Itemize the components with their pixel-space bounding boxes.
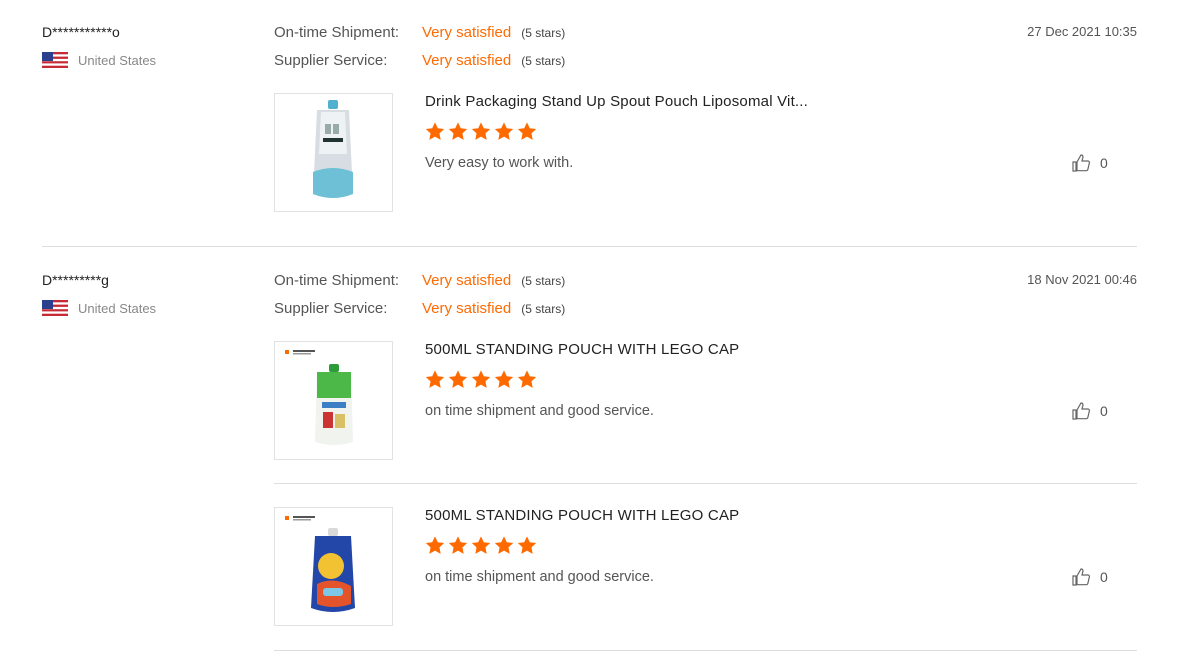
- reviewer-country: United States: [42, 52, 156, 68]
- product-review: 500ML STANDING POUCH WITH LEGO CAP on ti…: [274, 341, 1137, 461]
- review-divider: [42, 246, 1137, 247]
- like-button[interactable]: 0: [1071, 401, 1108, 421]
- rating-row-shipment: On-time Shipment: Very satisfied (5 star…: [274, 272, 565, 289]
- star-icon: [448, 122, 468, 140]
- review-item: D***********o United States On-time Ship…: [0, 0, 1200, 248]
- product-review: 500ML STANDING POUCH WITH LEGO CAP on ti…: [274, 507, 1137, 627]
- review-comment: on time shipment and good service.: [425, 403, 654, 419]
- us-flag-icon: [42, 52, 68, 68]
- star-icon: [494, 536, 514, 554]
- product-thumbnail[interactable]: [274, 341, 393, 460]
- product-title[interactable]: 500ML STANDING POUCH WITH LEGO CAP: [425, 507, 739, 524]
- like-button[interactable]: 0: [1071, 153, 1108, 173]
- star-icon: [517, 370, 537, 388]
- rating-stars-text: (5 stars): [521, 301, 566, 316]
- rating-value: Very satisfied: [422, 272, 512, 289]
- like-count: 0: [1100, 155, 1108, 171]
- rating-stars-text: (5 stars): [521, 273, 566, 288]
- rating-label: Supplier Service:: [274, 52, 388, 69]
- rating-stars-text: (5 stars): [521, 25, 566, 40]
- star-icon: [425, 536, 445, 554]
- country-label: United States: [78, 300, 157, 316]
- product-star-rating: [424, 535, 539, 556]
- star-icon: [471, 370, 491, 388]
- review-comment: Very easy to work with.: [425, 155, 574, 171]
- star-icon: [494, 370, 514, 388]
- reviewer-country: United States: [42, 300, 156, 316]
- rating-label: Supplier Service:: [274, 300, 388, 317]
- thumbs-up-icon: [1072, 402, 1091, 420]
- us-flag-icon: [42, 300, 68, 316]
- star-icon: [517, 536, 537, 554]
- thumbs-up-icon: [1072, 568, 1091, 586]
- blue-cartoon-lego-cap-pouch-icon: [285, 516, 355, 612]
- star-icon: [517, 122, 537, 140]
- rating-value: Very satisfied: [422, 52, 512, 69]
- product-title[interactable]: Drink Packaging Stand Up Spout Pouch Lip…: [425, 93, 808, 110]
- rating-value: Very satisfied: [422, 300, 512, 317]
- country-label: United States: [78, 52, 157, 68]
- product-thumbnail[interactable]: [274, 93, 393, 212]
- star-icon: [448, 536, 468, 554]
- review-date: 18 Nov 2021 00:46: [1027, 272, 1137, 287]
- star-icon: [425, 370, 445, 388]
- rating-label: On-time Shipment:: [274, 24, 400, 41]
- star-icon: [494, 122, 514, 140]
- review-item: D*********g United States On-time Shipme…: [0, 248, 1200, 655]
- product-review: Drink Packaging Stand Up Spout Pouch Lip…: [274, 93, 1137, 213]
- product-star-rating: [424, 121, 539, 142]
- like-button[interactable]: 0: [1071, 567, 1108, 587]
- thumbs-up-icon: [1072, 154, 1091, 172]
- white-blue-spout-pouch-icon: [313, 100, 353, 198]
- product-star-rating: [424, 369, 539, 390]
- star-icon: [425, 122, 445, 140]
- reviewer-name: D*********g: [42, 272, 109, 288]
- rating-label: On-time Shipment:: [274, 272, 400, 289]
- rating-stars-text: (5 stars): [521, 53, 566, 68]
- review-comment: on time shipment and good service.: [425, 569, 654, 585]
- like-count: 0: [1100, 403, 1108, 419]
- green-lego-cap-pouch-icon: [285, 350, 353, 445]
- rating-row-shipment: On-time Shipment: Very satisfied (5 star…: [274, 24, 565, 41]
- star-icon: [448, 370, 468, 388]
- like-count: 0: [1100, 569, 1108, 585]
- product-divider: [274, 483, 1137, 484]
- reviewer-name: D***********o: [42, 24, 120, 40]
- review-date: 27 Dec 2021 10:35: [1027, 24, 1137, 39]
- rating-row-service: Supplier Service: Very satisfied (5 star…: [274, 300, 565, 317]
- rating-value: Very satisfied: [422, 24, 512, 41]
- star-icon: [471, 536, 491, 554]
- star-icon: [471, 122, 491, 140]
- product-divider: [274, 650, 1137, 651]
- product-thumbnail[interactable]: [274, 507, 393, 626]
- rating-row-service: Supplier Service: Very satisfied (5 star…: [274, 52, 565, 69]
- product-title[interactable]: 500ML STANDING POUCH WITH LEGO CAP: [425, 341, 739, 358]
